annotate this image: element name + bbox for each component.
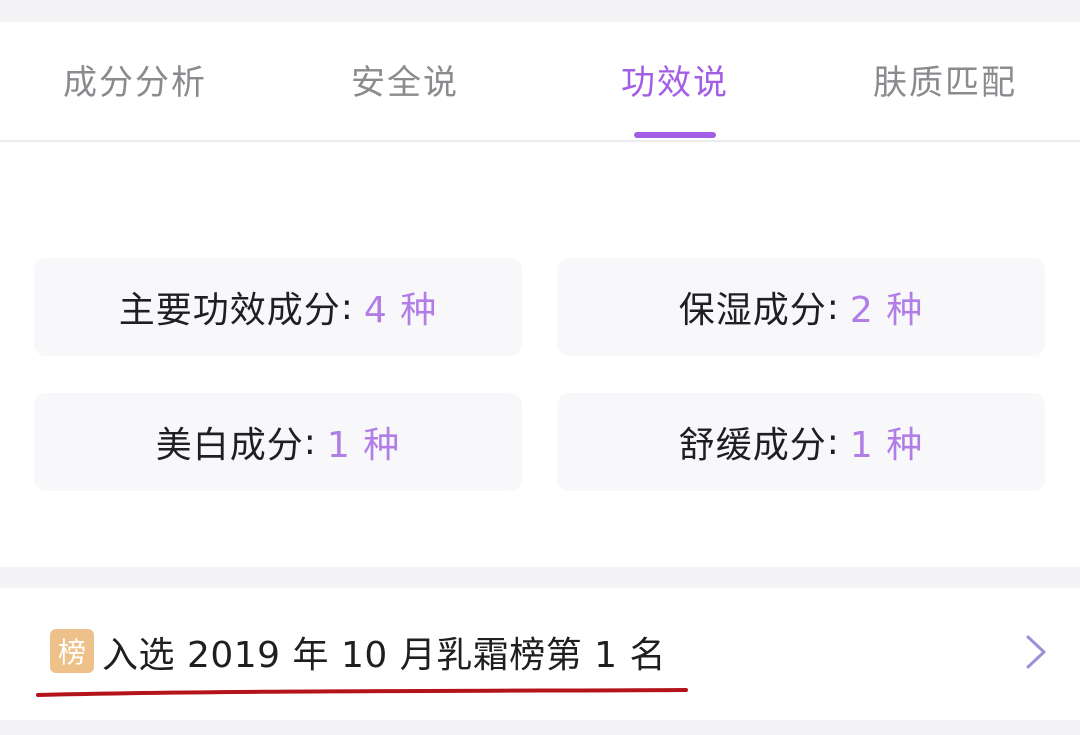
stat-moisturizing[interactable]: 保湿成分:2 种 — [557, 258, 1045, 356]
stat-separator: : — [340, 286, 354, 328]
tab-safety[interactable]: 安全说 — [270, 22, 540, 140]
tab-efficacy[interactable]: 功效说 — [540, 22, 810, 140]
stat-label: 保湿成分 — [678, 290, 827, 331]
tab-bar: 成分分析 安全说 功效说 肤质匹配 — [0, 22, 1080, 142]
tab-ingredient-analysis[interactable]: 成分分析 — [0, 22, 270, 140]
stat-value: 2 种 — [849, 290, 924, 331]
top-gap — [0, 0, 1080, 22]
stat-value: 1 种 — [326, 425, 401, 466]
stat-soothing[interactable]: 舒缓成分:1 种 — [557, 393, 1045, 491]
chevron-right-icon[interactable] — [1022, 634, 1050, 670]
stat-separator: : — [303, 421, 317, 463]
stat-main-efficacy[interactable]: 主要功效成分:4 种 — [34, 258, 522, 356]
active-tab-indicator — [634, 132, 716, 138]
stat-value: 4 种 — [363, 290, 438, 331]
stat-label: 美白成分 — [155, 425, 304, 466]
rank-badge: 榜 — [50, 629, 94, 673]
stat-separator: : — [826, 421, 840, 463]
red-underline-annotation — [36, 688, 688, 697]
stat-label: 舒缓成分 — [678, 425, 827, 466]
efficacy-panel: 成分分析 安全说 功效说 肤质匹配 主要功效成分:4 种 保湿成分:2 种 美白… — [0, 22, 1080, 567]
stat-whitening[interactable]: 美白成分:1 种 — [34, 393, 522, 491]
stat-label: 主要功效成分 — [118, 290, 341, 331]
stat-value: 1 种 — [849, 425, 924, 466]
tab-skin-match[interactable]: 肤质匹配 — [810, 22, 1080, 140]
stat-separator: : — [826, 286, 840, 328]
ranking-row[interactable]: 榜 入选 2019 年 10 月乳霜榜第 1 名 — [0, 588, 1080, 720]
ranking-text: 入选 2019 年 10 月乳霜榜第 1 名 — [102, 635, 666, 676]
